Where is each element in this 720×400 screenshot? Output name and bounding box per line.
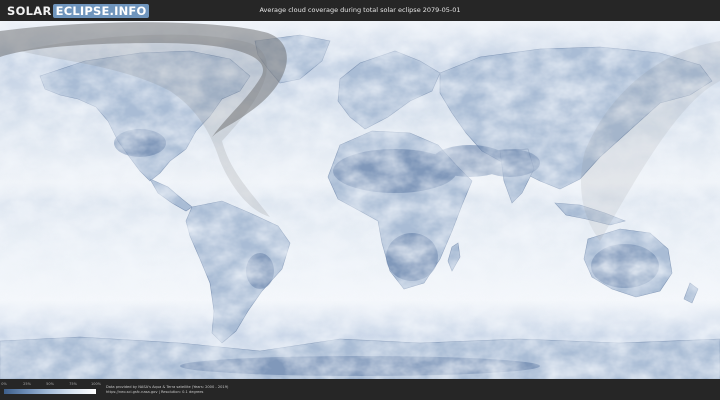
legend-tick: 25% xyxy=(23,382,31,386)
footer: 0% 25% 50% 75% 100% Data provided by NAS… xyxy=(0,379,720,400)
legend-tick: 50% xyxy=(46,382,54,386)
cloud-coverage-legend-bar xyxy=(4,389,96,394)
legend-tick: 100% xyxy=(90,382,102,386)
legend-tick: 0% xyxy=(1,382,7,386)
map-title: Average cloud coverage during total sola… xyxy=(259,6,461,14)
legend-tick: 75% xyxy=(69,382,77,386)
legend-ticks: 0% 25% 50% 75% 100% xyxy=(1,382,101,388)
top-bar: SOLAR ECLIPSE.INFO Average cloud coverag… xyxy=(0,0,720,21)
data-credit: Data provided by NASA's Aqua & Terra sat… xyxy=(106,385,229,389)
eclipse-map-app: SOLAR ECLIPSE.INFO Average cloud coverag… xyxy=(0,0,720,400)
data-source-link[interactable]: https://neo.sci.gsfc.nasa.gov | Resoluti… xyxy=(106,390,203,394)
cloud-coverage-world-map[interactable] xyxy=(0,21,720,379)
